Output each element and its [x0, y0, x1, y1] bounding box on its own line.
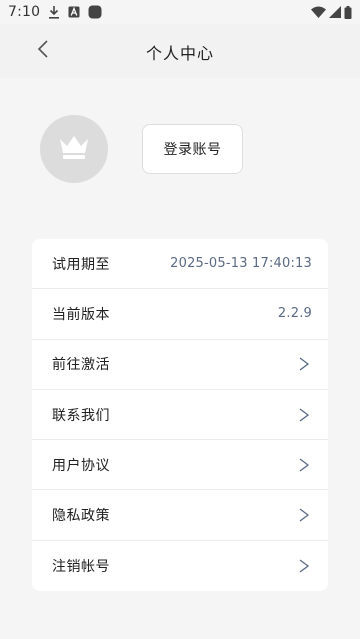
trial-period-value: 2025-05-13 17:40:13: [170, 256, 312, 272]
version-label: 当前版本: [52, 306, 110, 323]
status-bar: 7:10: [0, 0, 360, 24]
cancel-account-row[interactable]: 注销帐号: [32, 541, 328, 591]
contact-row[interactable]: 联系我们: [32, 390, 328, 441]
trial-period-label: 试用期至: [52, 256, 110, 273]
page-title: 个人中心: [145, 44, 214, 63]
chevron-right-icon: [296, 407, 312, 423]
status-right: [311, 5, 352, 19]
a-box-icon: [68, 6, 80, 18]
settings-card: 试用期至 2025-05-13 17:40:13 当前版本 2.2.9 前往激活…: [32, 239, 328, 591]
app-header: 个人中心: [0, 24, 360, 78]
crown-icon: [57, 133, 91, 165]
trial-period-row: 试用期至 2025-05-13 17:40:13: [32, 239, 328, 290]
battery-icon: [344, 5, 352, 19]
contact-label: 联系我们: [52, 407, 110, 424]
chevron-right-icon: [296, 558, 312, 574]
chevron-right-icon: [296, 457, 312, 473]
avatar: [40, 115, 108, 183]
login-button[interactable]: 登录账号: [142, 124, 243, 174]
user-agreement-label: 用户协议: [52, 457, 110, 474]
privacy-policy-row[interactable]: 隐私政策: [32, 490, 328, 541]
privacy-policy-label: 隐私政策: [52, 508, 110, 525]
signal-icon: [329, 6, 341, 18]
activate-label: 前往激活: [52, 357, 110, 374]
activate-row[interactable]: 前往激活: [32, 340, 328, 390]
app-badge-icon: [88, 5, 102, 19]
chevron-right-icon: [296, 356, 312, 372]
cancel-account-label: 注销帐号: [52, 558, 110, 575]
user-agreement-row[interactable]: 用户协议: [32, 440, 328, 491]
version-row: 当前版本 2.2.9: [32, 289, 328, 340]
chevron-right-icon: [296, 507, 312, 523]
download-icon: [48, 5, 60, 19]
status-time: 7:10: [8, 4, 41, 20]
wifi-icon: [311, 6, 326, 18]
status-left: 7:10: [8, 4, 102, 20]
version-value: 2.2.9: [277, 306, 312, 322]
